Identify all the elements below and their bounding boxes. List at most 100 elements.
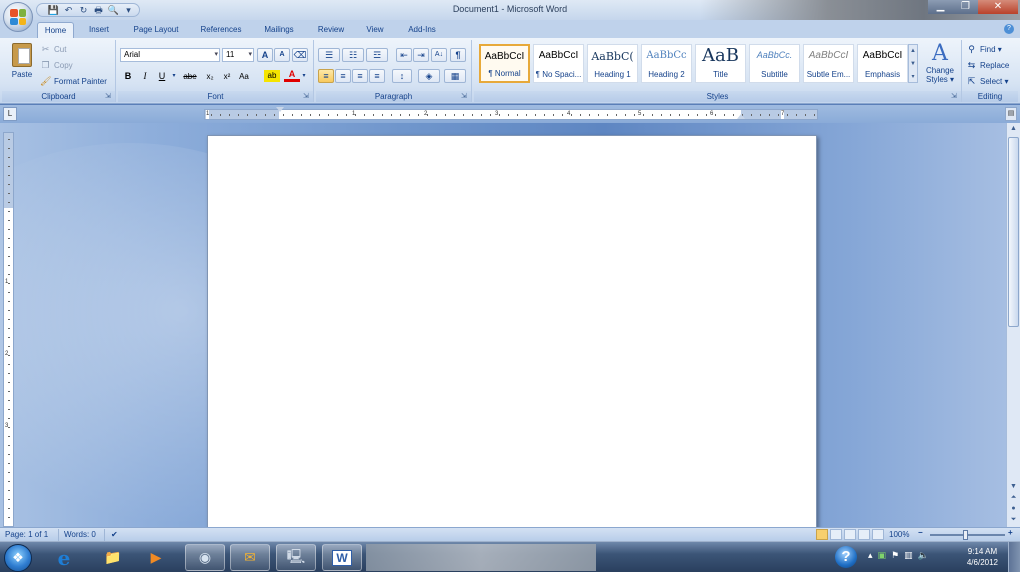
zoom-in-icon[interactable]: +	[1008, 528, 1013, 537]
sort-button[interactable]: A↓	[431, 48, 447, 62]
save-icon[interactable]: 💾	[47, 5, 60, 15]
right-indent-marker[interactable]	[737, 114, 745, 119]
taskbar-app-network-app[interactable]: ◉	[185, 544, 225, 571]
cut-button[interactable]: ✂ Cut	[40, 42, 67, 56]
taskbar-app-internet-explorer[interactable]: e	[44, 544, 84, 571]
word-count-status[interactable]: Words: 0	[64, 530, 96, 539]
taskbar-app-microsoft-word[interactable]: W	[322, 544, 362, 571]
align-left-button[interactable]: ≡	[318, 69, 334, 83]
scroll-down-icon[interactable]: ▼	[1007, 481, 1020, 492]
proofing-icon[interactable]: ✔	[111, 530, 118, 539]
shrink-font-button[interactable]: A	[274, 48, 290, 62]
style-item[interactable]: AaBbCcI ¶ No Spaci...	[533, 44, 584, 83]
start-button[interactable]: ❖	[4, 544, 32, 572]
find-button[interactable]: ⚲ Find ▾	[966, 42, 1002, 56]
line-spacing-button[interactable]: ↕	[392, 69, 412, 83]
font-color-button[interactable]: A	[284, 69, 300, 82]
superscript-button[interactable]: x²	[219, 69, 235, 84]
tab-home[interactable]: Home	[37, 22, 74, 38]
tab-mailings[interactable]: Mailings	[257, 22, 301, 38]
browse-object-icon[interactable]: ●	[1007, 503, 1020, 514]
redo-icon[interactable]: ↻	[77, 5, 90, 15]
chevron-up-icon[interactable]: ▲	[909, 45, 917, 58]
style-item[interactable]: AaBbC(Heading 1	[587, 44, 638, 83]
paste-button[interactable]: Paste	[8, 43, 36, 88]
font-size-combo[interactable]: 11 ▾	[222, 48, 254, 62]
italic-button[interactable]: I	[137, 69, 153, 84]
draft-view-icon[interactable]	[872, 529, 884, 540]
clipboard-launcher-icon[interactable]: ⇲	[105, 93, 113, 101]
document-page[interactable]	[207, 135, 817, 530]
show-marks-button[interactable]: ¶	[450, 48, 466, 62]
vertical-ruler[interactable]: 1 2 3	[3, 132, 14, 527]
zoom-slider-thumb[interactable]	[963, 530, 968, 540]
highlight-button[interactable]: ab	[264, 70, 280, 82]
replace-button[interactable]: ⇆ Replace	[966, 58, 1010, 72]
shading-button[interactable]: ◈	[418, 69, 440, 83]
style-item[interactable]: AaBbCc Heading 2	[641, 44, 692, 83]
chevron-down-icon[interactable]: ▾	[248, 49, 252, 61]
font-launcher-icon[interactable]: ⇲	[303, 93, 311, 101]
bold-button[interactable]: B	[120, 69, 136, 84]
outline-view-icon[interactable]	[858, 529, 870, 540]
tab-insert[interactable]: Insert	[82, 22, 116, 38]
first-line-indent-marker[interactable]	[276, 107, 284, 112]
volume-icon[interactable]: 🔈	[918, 550, 929, 561]
vertical-scrollbar[interactable]: ▲ ▼ ⏶ ● ⏷	[1006, 123, 1020, 527]
print-preview-icon[interactable]: 🔍	[107, 5, 120, 15]
borders-button[interactable]: ▦	[444, 69, 466, 83]
center-button[interactable]: ≡	[335, 69, 351, 83]
bullets-button[interactable]: ☰	[318, 48, 340, 62]
help-icon[interactable]: ?	[1004, 24, 1014, 34]
clear-formatting-button[interactable]: ⌫	[292, 48, 308, 62]
help-icon[interactable]: ?	[835, 546, 857, 568]
underline-button[interactable]: U	[154, 69, 170, 84]
tab-view[interactable]: View	[360, 22, 390, 38]
clock[interactable]: 9:14 AM 4/6/2012	[967, 546, 998, 568]
font-name-combo[interactable]: Arial ▾	[120, 48, 220, 62]
justify-button[interactable]: ≡	[369, 69, 385, 83]
change-styles-button[interactable]: A Change Styles ▾	[922, 42, 958, 85]
style-item[interactable]: AaBbCcI Subtle Em...	[803, 44, 854, 83]
gallery-more-icon[interactable]: ▾	[909, 71, 917, 84]
paragraph-launcher-icon[interactable]: ⇲	[461, 93, 469, 101]
taskbar-app-media-player[interactable]: ▶	[136, 544, 176, 571]
taskbar-app-file-explorer[interactable]: 📁	[93, 544, 133, 571]
taskbar-app-remote-desktop[interactable]: 🖳	[276, 544, 316, 571]
tab-add-ins[interactable]: Add-Ins	[400, 22, 444, 38]
tab-selector[interactable]: L	[3, 107, 17, 121]
quick-print-icon[interactable]: 🖶	[92, 5, 105, 15]
numbering-button[interactable]: ☷	[342, 48, 364, 62]
multilevel-list-button[interactable]: ☲	[366, 48, 388, 62]
show-desktop-button[interactable]	[1008, 542, 1020, 572]
minimize-button[interactable]: ▁	[928, 0, 953, 14]
flag-icon[interactable]: ⚑	[891, 550, 899, 561]
tray-expand-icon[interactable]: ▴	[868, 550, 873, 561]
scroll-thumb[interactable]	[1008, 137, 1019, 327]
style-item[interactable]: AaBbCc. Subtitle	[749, 44, 800, 83]
page-count-status[interactable]: Page: 1 of 1	[5, 530, 48, 539]
grow-font-button[interactable]: A	[257, 48, 273, 62]
copy-button[interactable]: ❐ Copy	[40, 58, 72, 72]
increase-indent-button[interactable]: ⇥	[413, 48, 429, 62]
subscript-button[interactable]: x₂	[202, 69, 218, 84]
decrease-indent-button[interactable]: ⇤	[396, 48, 412, 62]
gallery-scroll[interactable]: ▲ ▼ ▾	[908, 44, 918, 83]
scroll-up-icon[interactable]: ▲	[1007, 123, 1020, 135]
chevron-down-icon[interactable]: ▾	[214, 49, 218, 61]
zoom-out-icon[interactable]: −	[918, 528, 923, 537]
full-screen-reading-view-icon[interactable]	[830, 529, 842, 540]
styles-launcher-icon[interactable]: ⇲	[951, 93, 959, 101]
customize-qat-icon[interactable]: ▾	[122, 5, 135, 15]
tab-page-layout[interactable]: Page Layout	[126, 22, 186, 38]
format-painter-button[interactable]: 🖌 Format Painter	[40, 74, 107, 88]
web-layout-view-icon[interactable]	[844, 529, 856, 540]
office-button[interactable]	[3, 2, 33, 32]
print-layout-view-icon[interactable]	[816, 529, 828, 540]
font-color-dropdown-icon[interactable]: ▾	[300, 69, 308, 84]
style-item[interactable]: AaBbCcI ¶ Normal	[479, 44, 530, 83]
horizontal-ruler[interactable]: 1 1 2 3 4 5 6 7	[204, 107, 818, 120]
align-right-button[interactable]: ≡	[352, 69, 368, 83]
next-page-icon[interactable]: ⏷	[1007, 514, 1020, 525]
shield-icon[interactable]: ▣	[878, 550, 887, 561]
